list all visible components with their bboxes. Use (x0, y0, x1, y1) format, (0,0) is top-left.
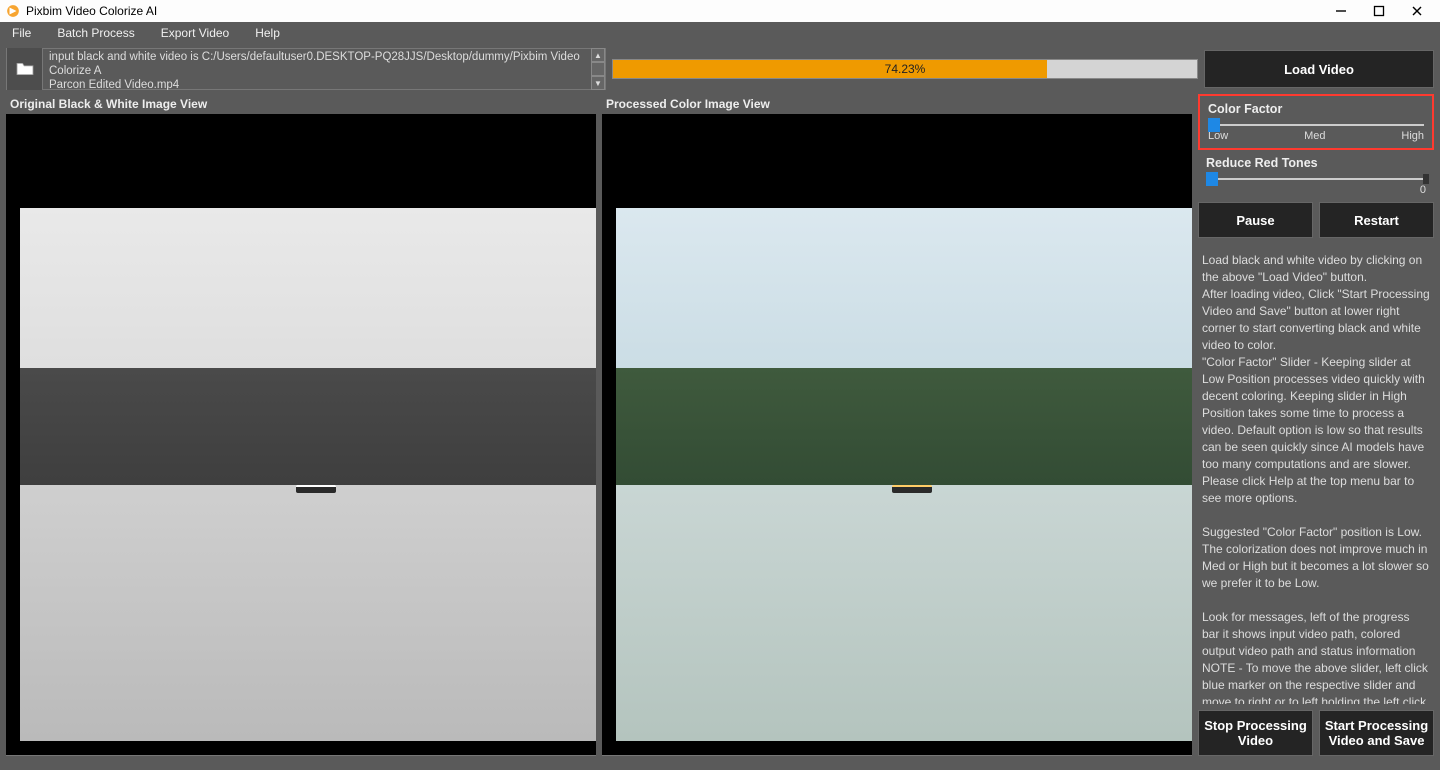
help-p3: "Color Factor" Slider - Keeping slider a… (1202, 354, 1430, 473)
help-p5: Suggested "Color Factor" position is Low… (1202, 524, 1430, 592)
window-title: Pixbim Video Colorize AI (26, 4, 157, 18)
path-scroll-down[interactable]: ▼ (591, 76, 605, 90)
progress-wrap: 74.23% (612, 48, 1198, 90)
menu-help[interactable]: Help (247, 24, 288, 42)
restart-button[interactable]: Restart (1319, 202, 1434, 238)
original-image (20, 208, 596, 741)
help-p1: Load black and white video by clicking o… (1202, 252, 1430, 286)
help-p6: Look for messages, left of the progress … (1202, 609, 1430, 660)
color-factor-slider[interactable] (1208, 124, 1424, 126)
help-text: Load black and white video by clicking o… (1198, 244, 1434, 704)
cf-med: Med (1304, 130, 1325, 142)
load-video-button[interactable]: Load Video (1204, 50, 1434, 88)
menubar: File Batch Process Export Video Help (0, 22, 1440, 44)
minimize-button[interactable] (1322, 0, 1360, 22)
reduce-red-endval: 0 (1420, 184, 1426, 196)
path-info-box: input black and white video is C:/Users/… (6, 48, 606, 90)
folder-icon (15, 61, 35, 77)
processed-image (616, 208, 1192, 741)
titlebar: Pixbim Video Colorize AI (0, 0, 1440, 22)
progress-bar: 74.23% (612, 59, 1198, 79)
help-p4: Please click Help at the top menu bar to… (1202, 473, 1430, 507)
help-p2: After loading video, Click "Start Proces… (1202, 286, 1430, 354)
reduce-red-label: Reduce Red Tones (1206, 156, 1426, 170)
progress-label: 74.23% (613, 60, 1197, 78)
path-line-1: input black and white video is C:/Users/… (49, 50, 585, 78)
menu-file[interactable]: File (4, 24, 39, 42)
path-scroll-mid[interactable] (591, 62, 605, 76)
open-folder-button[interactable] (7, 48, 43, 90)
pause-button[interactable]: Pause (1198, 202, 1313, 238)
color-factor-control: Color Factor Low Med High (1198, 94, 1434, 150)
path-scroll-up[interactable]: ▲ (591, 48, 605, 62)
original-caption: Original Black & White Image View (6, 94, 596, 114)
color-factor-thumb[interactable] (1208, 118, 1220, 132)
header-strip: input black and white video is C:/Users/… (0, 44, 1440, 94)
stop-processing-button[interactable]: Stop Processing Video (1198, 710, 1313, 756)
reduce-red-slider[interactable] (1206, 178, 1426, 180)
side-panel: Color Factor Low Med High Reduce Red Ton… (1198, 94, 1434, 756)
start-processing-button[interactable]: Start Processing Video and Save (1319, 710, 1434, 756)
app-icon (6, 4, 20, 18)
cf-high: High (1401, 130, 1424, 142)
close-button[interactable] (1398, 0, 1436, 22)
path-line-2: Parcon Edited Video.mp4 (49, 78, 585, 90)
menu-batch[interactable]: Batch Process (49, 24, 142, 42)
help-p7: NOTE - To move the above slider, left cl… (1202, 660, 1430, 704)
menu-export[interactable]: Export Video (153, 24, 238, 42)
reduce-red-endmark (1423, 174, 1429, 184)
reduce-red-thumb[interactable] (1206, 172, 1218, 186)
processed-view: Processed Color Image View (602, 94, 1192, 756)
color-factor-label: Color Factor (1208, 102, 1424, 116)
path-text: input black and white video is C:/Users/… (43, 48, 591, 90)
reduce-red-control: Reduce Red Tones 0 (1198, 156, 1434, 196)
original-view: Original Black & White Image View (6, 94, 596, 756)
processed-caption: Processed Color Image View (602, 94, 1192, 114)
maximize-button[interactable] (1360, 0, 1398, 22)
